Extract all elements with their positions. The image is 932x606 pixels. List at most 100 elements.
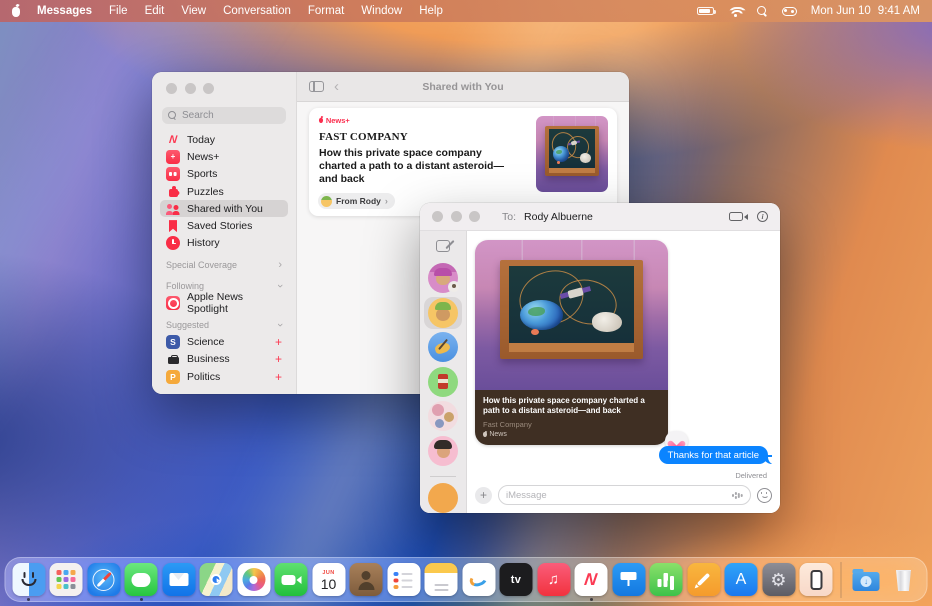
add-science-button[interactable]: +: [275, 335, 282, 349]
conversation-avatar-6[interactable]: [424, 435, 462, 467]
section-special-coverage[interactable]: Special Coverage ›: [160, 256, 288, 273]
close-button[interactable]: [432, 211, 443, 222]
battery-icon[interactable]: [697, 7, 714, 15]
close-button[interactable]: [166, 83, 177, 94]
chevron-right-icon: ›: [385, 196, 388, 206]
menu-bar-clock[interactable]: Mon Jun 10 9:41 AM: [811, 5, 920, 17]
avatar: [428, 332, 458, 362]
conversation-avatar-group[interactable]: [424, 400, 462, 432]
menu-view[interactable]: View: [181, 5, 206, 17]
dock-item-contacts[interactable]: [348, 558, 384, 602]
shared-article-card[interactable]: News+ FAST COMPANY How this private spac…: [309, 108, 617, 216]
safari-icon: [87, 563, 120, 596]
dock-item-tv[interactable]: tv: [498, 558, 534, 602]
dock-item-news[interactable]: N: [573, 558, 609, 602]
saved-stories-icon: [166, 219, 180, 233]
dock-item-calendar[interactable]: JUN 10: [311, 558, 347, 602]
section-suggested[interactable]: Suggested ›: [160, 316, 288, 333]
today-icon: N: [165, 133, 180, 147]
toggle-sidebar-icon[interactable]: [309, 81, 324, 92]
science-icon: S: [166, 335, 180, 349]
wifi-icon[interactable]: [728, 6, 743, 17]
dock-item-mail[interactable]: [161, 558, 197, 602]
sidebar-item-science[interactable]: S Science +: [160, 333, 288, 350]
menu-app-name[interactable]: Messages: [37, 5, 92, 17]
messages-icon: [125, 563, 158, 596]
downloads-folder-icon: [850, 563, 883, 596]
dock-item-photos[interactable]: [236, 558, 272, 602]
sidebar-item-apple-news-spotlight[interactable]: Apple News Spotlight: [160, 295, 288, 312]
message-input[interactable]: [506, 490, 727, 501]
sidebar-item-newsplus[interactable]: + News+: [160, 148, 288, 165]
compose-icon[interactable]: [436, 240, 450, 252]
outgoing-message-bubble[interactable]: Thanks for that article: [659, 446, 768, 464]
zoom-button[interactable]: [203, 83, 214, 94]
avatar: [428, 367, 458, 397]
sidebar-item-shared-with-you[interactable]: Shared with You: [160, 200, 288, 217]
control-center-icon[interactable]: [782, 7, 797, 16]
emoji-picker-icon[interactable]: [757, 488, 772, 503]
facetime-video-icon[interactable]: [729, 212, 743, 221]
add-politics-button[interactable]: +: [275, 370, 282, 384]
news-search-field[interactable]: Search: [162, 107, 286, 124]
to-label: To:: [502, 211, 516, 223]
menu-file[interactable]: File: [109, 5, 128, 17]
dock-item-music[interactable]: ♫: [536, 558, 572, 602]
dock-item-freeform[interactable]: [461, 558, 497, 602]
news-toolbar-title: Shared with You: [297, 81, 629, 93]
conversation-avatar-7[interactable]: [428, 483, 458, 513]
sidebar-item-saved-stories[interactable]: Saved Stories: [160, 217, 288, 234]
dock-item-finder[interactable]: [11, 558, 47, 602]
dock-item-downloads[interactable]: [848, 558, 884, 602]
conversation-avatar-3[interactable]: [424, 331, 462, 363]
sidebar-item-sports[interactable]: Sports: [160, 166, 288, 183]
desktop: Messages File Edit View Conversation For…: [0, 0, 932, 606]
dock-item-maps[interactable]: [198, 558, 234, 602]
spotlight-search-icon[interactable]: [757, 6, 768, 17]
dock-item-facetime[interactable]: [273, 558, 309, 602]
shared-from-pill[interactable]: From Rody ›: [318, 193, 395, 209]
menu-format[interactable]: Format: [308, 5, 344, 17]
sidebar-item-history[interactable]: History: [160, 235, 288, 252]
dock-item-settings[interactable]: ⚙: [761, 558, 797, 602]
trash-icon: [887, 563, 920, 596]
dock-item-reminders[interactable]: [386, 558, 422, 602]
news-toolbar: ‹ Shared with You: [297, 72, 629, 102]
dock-item-numbers[interactable]: [648, 558, 684, 602]
menu-help[interactable]: Help: [419, 5, 443, 17]
minimize-button[interactable]: [451, 211, 462, 222]
menu-window[interactable]: Window: [361, 5, 402, 17]
dock-item-pages[interactable]: [686, 558, 722, 602]
conversation-avatar-4[interactable]: [424, 366, 462, 398]
dock-item-trash[interactable]: [886, 558, 922, 602]
dock-item-keynote[interactable]: [611, 558, 647, 602]
sidebar-item-politics[interactable]: P Politics +: [160, 368, 288, 385]
conversation-avatar-rody-selected[interactable]: [424, 297, 462, 329]
link-source: Fast Company: [483, 420, 660, 429]
dock-item-notes[interactable]: [423, 558, 459, 602]
sidebar-item-puzzles[interactable]: Puzzles: [160, 183, 288, 200]
menu-conversation[interactable]: Conversation: [223, 5, 291, 17]
audio-message-icon[interactable]: [732, 490, 743, 500]
dock-item-appstore[interactable]: A: [723, 558, 759, 602]
info-icon[interactable]: i: [757, 211, 768, 222]
dock-item-safari[interactable]: [86, 558, 122, 602]
sidebar-item-today[interactable]: N Today: [160, 131, 288, 148]
recipient-name: Rody Albuerne: [524, 211, 593, 223]
history-icon: [166, 236, 180, 250]
dock-item-launchpad[interactable]: [48, 558, 84, 602]
shared-link-message[interactable]: How this private space company charted a…: [475, 240, 668, 445]
add-business-button[interactable]: +: [275, 352, 282, 366]
conversation-avatar-1[interactable]: [424, 262, 462, 294]
dock-item-iphone-mirroring[interactable]: [798, 558, 834, 602]
minimize-button[interactable]: [185, 83, 196, 94]
back-chevron-icon[interactable]: ‹: [334, 79, 339, 94]
zoom-button[interactable]: [469, 211, 480, 222]
message-input-field[interactable]: [498, 485, 751, 505]
add-attachment-button[interactable]: +: [475, 487, 492, 504]
status-date: Mon Jun 10: [811, 5, 871, 17]
sidebar-item-business[interactable]: Business +: [160, 351, 288, 368]
apple-menu-icon[interactable]: [12, 4, 20, 19]
dock-item-messages[interactable]: [123, 558, 159, 602]
menu-edit[interactable]: Edit: [145, 5, 165, 17]
